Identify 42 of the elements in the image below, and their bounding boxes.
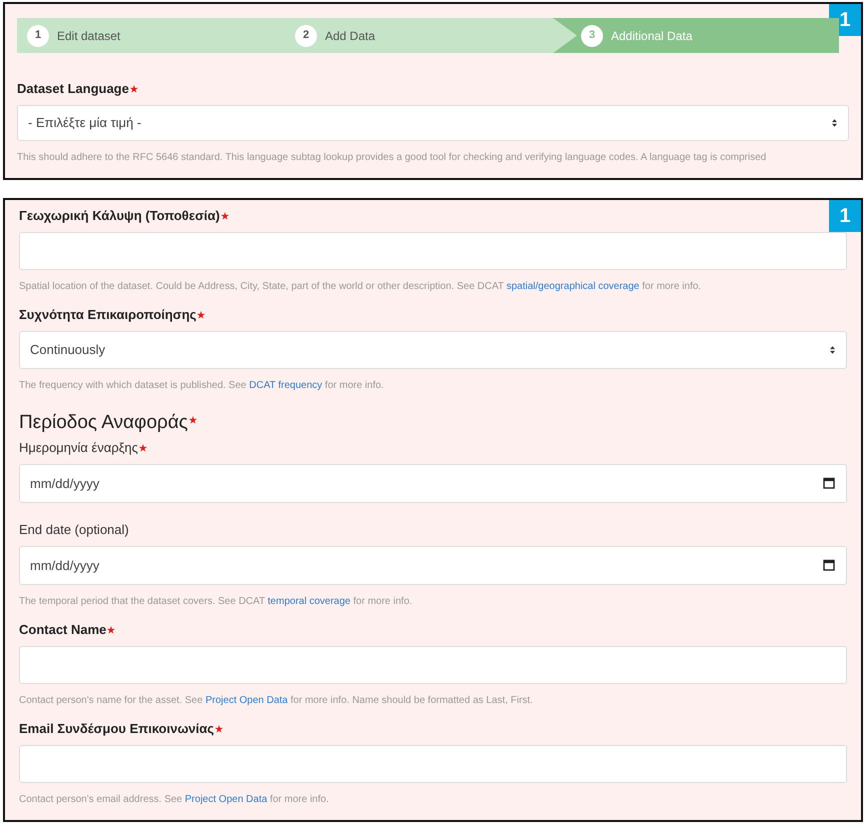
calendar-icon[interactable] bbox=[823, 476, 835, 489]
input-field[interactable] bbox=[19, 745, 847, 783]
field-label: Συχνότητα Επικαιροποίησης bbox=[19, 306, 196, 323]
step-label: Additional Data bbox=[611, 28, 692, 45]
help-link[interactable]: Project Open Data bbox=[184, 794, 268, 805]
field-label: End date (optional) bbox=[19, 522, 129, 538]
field-label: Dataset Language bbox=[17, 80, 129, 97]
step-tab[interactable]: 1 Edit dataset bbox=[17, 18, 285, 54]
input-field[interactable] bbox=[19, 646, 847, 684]
help-link[interactable]: DCAT frequency bbox=[249, 380, 322, 391]
select-field[interactable]: - Επιλέξτε μία τιμή - bbox=[17, 104, 849, 142]
help-link[interactable]: spatial/geographical coverage bbox=[506, 280, 640, 292]
help-text: The frequency with which dataset is published. See DCAT frequency for more info. bbox=[19, 378, 385, 392]
select-value: Continuously bbox=[30, 341, 106, 360]
field-label: Γεωχωρική Κάλυψη (Τοποθεσία) bbox=[19, 208, 220, 224]
step-label: Add Data bbox=[325, 28, 376, 45]
field-label: Ημερομηνία έναρξης bbox=[19, 440, 138, 456]
help-text: The temporal period that the dataset covers. See DCAT temporal coverage for more info. bbox=[19, 595, 414, 608]
help-text: Spatial location of the dataset. Could be Address, City, State, part of the world or other description. See DCAT spatial/geographical coverage for more info. bbox=[19, 280, 702, 293]
select-field[interactable]: Continuously bbox=[19, 330, 847, 369]
step-number: 2 bbox=[295, 24, 317, 47]
help-link[interactable]: temporal coverage bbox=[268, 596, 350, 608]
number-badge: 1 bbox=[829, 200, 861, 232]
field-label: Contact Name bbox=[19, 622, 106, 638]
step-label: Edit dataset bbox=[57, 28, 120, 45]
date-field[interactable]: mm/dd/yyyy bbox=[19, 546, 847, 586]
help-text: Contact person's name for the asset. See Project Open Data for more info. Name should be formatted as Last, First. bbox=[19, 694, 534, 708]
help-link[interactable]: Project Open Data bbox=[205, 695, 288, 706]
select-arrows-icon bbox=[831, 118, 838, 128]
field-label: Email Συνδέσμου Επικοινωνίας bbox=[19, 721, 214, 738]
select-value: - Επιλέξτε μία τιμή - bbox=[28, 114, 142, 132]
step-tab[interactable]: 2 Add Data bbox=[285, 18, 553, 54]
step-number: 3 bbox=[581, 24, 603, 47]
help-text: This should adhere to the RFC 5646 standard. This language subtag lookup provides a good tool for checking and verifying language codes. A language tag is comprised bbox=[17, 151, 768, 164]
select-arrows-icon bbox=[829, 344, 836, 355]
calendar-icon[interactable] bbox=[823, 559, 835, 572]
input-field[interactable] bbox=[19, 232, 847, 270]
date-field[interactable]: mm/dd/yyyy bbox=[19, 464, 847, 503]
section-heading: Περίοδος Αναφοράς bbox=[19, 412, 188, 434]
help-text: Contact person's email address. See Project Open Data for more info. bbox=[19, 793, 330, 806]
step-number: 1 bbox=[27, 24, 49, 47]
step-tab[interactable]: 3 Additional Data bbox=[553, 18, 839, 54]
